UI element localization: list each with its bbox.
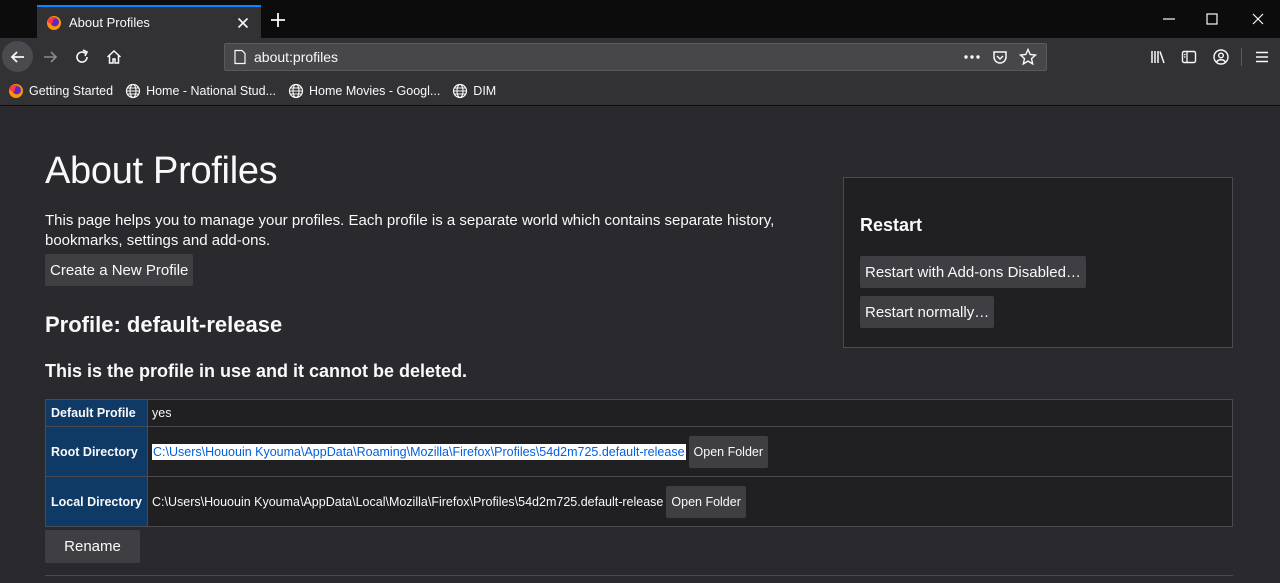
tab-title: About Profiles — [69, 15, 150, 30]
bookmark-label: Getting Started — [29, 83, 114, 98]
bookmark-label: DIM — [473, 83, 497, 98]
sidebar-icon — [1181, 50, 1197, 64]
url-bar[interactable]: about:profiles — [224, 43, 1047, 71]
open-root-folder-button[interactable]: Open Folder — [688, 435, 769, 468]
table-row: Local Directory C:\Users\Hououin Kyouma\… — [44, 476, 1233, 527]
root-directory-value: C:\Users\Hououin Kyouma\AppData\Roaming\… — [147, 426, 1233, 477]
divider — [45, 575, 1233, 576]
rename-button[interactable]: Rename — [45, 530, 140, 563]
profile-table: Default Profile yes Root Directory C:\Us… — [44, 399, 1233, 527]
table-row: Root Directory C:\Users\Hououin Kyouma\A… — [44, 426, 1233, 477]
window-close-icon[interactable] — [1249, 10, 1267, 28]
local-directory-path[interactable]: C:\Users\Hououin Kyouma\AppData\Local\Mo… — [152, 495, 663, 509]
bookmark-getting-started[interactable]: Getting Started — [8, 83, 113, 99]
local-directory-value: C:\Users\Hououin Kyouma\AppData\Local\Mo… — [147, 476, 1233, 527]
toolbar-separator — [1241, 48, 1242, 66]
page-description: This page helps you to manage your profi… — [45, 212, 775, 249]
pocket-icon[interactable] — [990, 47, 1010, 67]
hamburger-menu-icon — [1256, 51, 1268, 63]
forward-button[interactable] — [36, 43, 64, 71]
navigation-bar: about:profiles — [0, 38, 1280, 76]
back-button[interactable] — [2, 41, 33, 72]
bookmark-star-icon[interactable] — [1018, 47, 1038, 67]
page-title: About Profiles — [45, 150, 278, 192]
default-profile-value: yes — [147, 399, 1233, 427]
table-row: Default Profile yes — [44, 399, 1233, 427]
bookmarks-toolbar: Getting Started Home - National Stud... … — [0, 76, 1280, 106]
menu-button[interactable] — [1248, 43, 1276, 71]
home-icon — [106, 49, 122, 64]
restart-title: Restart — [860, 215, 923, 235]
reload-button[interactable] — [68, 43, 96, 71]
create-profile-button[interactable]: Create a New Profile — [45, 254, 194, 286]
bookmark-label: Home Movies - Googl... — [309, 83, 441, 98]
open-local-folder-button[interactable]: Open Folder — [666, 485, 746, 518]
bookmark-national-stud[interactable]: Home - National Stud... — [125, 83, 276, 99]
globe-icon — [288, 83, 304, 98]
bookmark-home-movies[interactable]: Home Movies - Googl... — [288, 83, 440, 99]
sidebar-button[interactable] — [1175, 43, 1203, 71]
page-content: About Profiles This page helps you to ma… — [0, 106, 1280, 583]
back-arrow-icon — [10, 50, 24, 63]
new-tab-icon[interactable] — [268, 10, 288, 30]
home-button[interactable] — [100, 43, 128, 71]
restart-panel: Restart Restart with Add-ons Disabled… R… — [843, 177, 1233, 348]
default-profile-label: Default Profile — [44, 399, 149, 427]
maximize-icon[interactable] — [1203, 10, 1221, 28]
globe-icon — [125, 83, 141, 98]
forward-arrow-icon — [44, 51, 58, 63]
local-directory-label: Local Directory — [44, 476, 149, 527]
page-actions-icon[interactable] — [962, 47, 982, 67]
restart-normally-button[interactable]: Restart normally… — [860, 296, 995, 328]
page-icon — [234, 49, 246, 65]
account-button[interactable] — [1207, 43, 1235, 71]
profile-heading: Profile: default-release — [45, 312, 283, 337]
root-directory-label: Root Directory — [44, 426, 149, 477]
root-directory-path[interactable]: C:\Users\Hououin Kyouma\AppData\Roaming\… — [152, 443, 686, 460]
firefox-icon — [47, 15, 61, 30]
default-profile-text: yes — [152, 406, 172, 420]
firefox-icon — [9, 83, 23, 98]
close-icon[interactable] — [235, 15, 251, 31]
tab-strip: About Profiles — [0, 0, 1280, 38]
library-button[interactable] — [1144, 43, 1172, 71]
minimize-icon[interactable] — [1160, 10, 1178, 28]
globe-icon — [453, 83, 468, 98]
bookmark-label: Home - National Stud... — [146, 83, 276, 98]
profile-in-use-notice: This is the profile in use and it cannot… — [45, 361, 468, 381]
url-text[interactable]: about:profiles — [254, 49, 962, 65]
tab-about-profiles[interactable]: About Profiles — [37, 5, 261, 38]
bookmark-dim[interactable]: DIM — [452, 83, 496, 99]
reload-icon — [76, 49, 89, 63]
library-icon — [1151, 51, 1165, 64]
restart-addons-disabled-button[interactable]: Restart with Add-ons Disabled… — [860, 256, 1086, 288]
account-icon — [1213, 49, 1229, 65]
